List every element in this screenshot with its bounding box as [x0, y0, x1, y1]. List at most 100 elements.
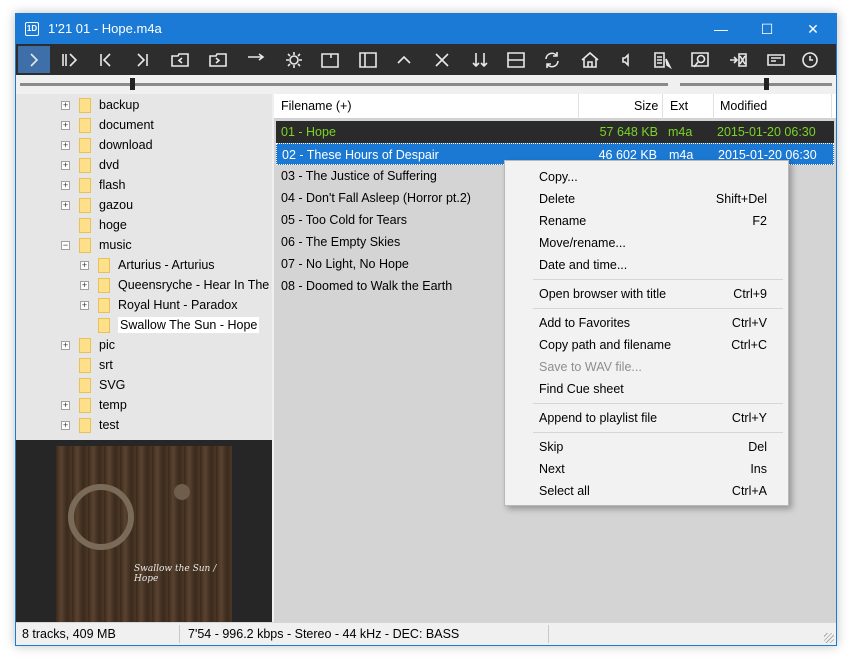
- up-icon[interactable]: [388, 46, 420, 73]
- search-icon[interactable]: [684, 46, 716, 73]
- tree-item[interactable]: − music: [61, 235, 132, 255]
- menu-item[interactable]: Rename F2: [506, 210, 787, 232]
- play-pause-icon[interactable]: [54, 46, 86, 73]
- exit-icon[interactable]: [722, 46, 754, 73]
- expand-icon[interactable]: +: [61, 120, 70, 130]
- tree-item[interactable]: + Queensryche - Hear In The: [80, 275, 269, 295]
- expand-icon[interactable]: +: [61, 420, 70, 430]
- cell-name: 07 - No Light, No Hope: [281, 257, 409, 271]
- expand-icon[interactable]: +: [80, 300, 89, 310]
- menu-item[interactable]: Skip Del: [506, 436, 787, 458]
- expand-icon[interactable]: +: [80, 260, 89, 270]
- tree-item[interactable]: + backup: [61, 95, 139, 115]
- expand-icon: [61, 361, 70, 370]
- menu-item[interactable]: Open browser with title Ctrl+9: [506, 283, 787, 305]
- maximize-button[interactable]: ☐: [744, 14, 790, 44]
- expand-icon[interactable]: +: [61, 340, 70, 350]
- open-folder-back-icon[interactable]: [164, 46, 196, 73]
- tree-item[interactable]: hoge: [61, 215, 127, 235]
- slider-bar: [16, 75, 836, 93]
- tree-item[interactable]: + Arturius - Arturius: [80, 255, 215, 275]
- menu-item[interactable]: Date and time...: [506, 254, 787, 276]
- menu-item[interactable]: Find Cue sheet: [506, 378, 787, 400]
- menu-item[interactable]: Copy...: [506, 166, 787, 188]
- expand-icon: [80, 321, 89, 330]
- tree-item[interactable]: + dvd: [61, 155, 119, 175]
- keyboard-icon[interactable]: [760, 46, 792, 73]
- close-icon[interactable]: [426, 46, 458, 73]
- open-folder-forward-icon[interactable]: [202, 46, 234, 73]
- home-icon[interactable]: [574, 46, 606, 73]
- expand-icon[interactable]: +: [61, 400, 70, 410]
- tree-item[interactable]: + download: [61, 135, 153, 155]
- volume-slider[interactable]: [680, 83, 832, 86]
- close-button[interactable]: ✕: [790, 14, 836, 44]
- column-ext[interactable]: Ext: [670, 99, 688, 113]
- tree-item[interactable]: + document: [61, 115, 154, 135]
- play-icon[interactable]: [18, 46, 50, 73]
- status-track-count: 8 tracks, 409 MB: [22, 627, 116, 641]
- tree-item-label: test: [99, 418, 120, 432]
- window-layout-icon[interactable]: [314, 46, 346, 73]
- expand-icon[interactable]: +: [61, 140, 70, 150]
- volume-icon[interactable]: [610, 46, 642, 73]
- menu-item-label: Move/rename...: [539, 236, 626, 250]
- column-divider[interactable]: [831, 94, 832, 119]
- column-filename[interactable]: Filename (+): [281, 99, 352, 113]
- column-divider[interactable]: [578, 94, 579, 119]
- tree-item-label: Swallow The Sun - Hope: [118, 317, 260, 333]
- column-modified[interactable]: Modified: [720, 99, 767, 113]
- tree-item[interactable]: + test: [61, 415, 119, 435]
- column-size[interactable]: Size: [634, 99, 658, 113]
- menu-item[interactable]: Delete Shift+Del: [506, 188, 787, 210]
- previous-track-icon[interactable]: [90, 46, 122, 73]
- seek-slider[interactable]: [20, 83, 668, 86]
- resize-grip-icon[interactable]: [824, 633, 834, 643]
- refresh-icon[interactable]: [536, 46, 568, 73]
- expand-icon[interactable]: +: [61, 100, 70, 110]
- tree-item[interactable]: + Royal Hunt - Paradox: [80, 295, 238, 315]
- tree-item[interactable]: + temp: [61, 395, 127, 415]
- tree-item[interactable]: + pic: [61, 335, 115, 355]
- menu-item-shortcut: Ctrl+A: [731, 484, 767, 498]
- menu-item[interactable]: Append to playlist file Ctrl+Y: [506, 407, 787, 429]
- folder-icon: [79, 397, 91, 413]
- menu-item[interactable]: Add to Favorites Ctrl+V: [506, 312, 787, 334]
- tree-item[interactable]: + flash: [61, 175, 125, 195]
- menu-item[interactable]: Select all Ctrl+A: [506, 480, 787, 502]
- expand-icon[interactable]: +: [61, 160, 70, 170]
- clock-icon[interactable]: [794, 46, 826, 73]
- tree-item-label: flash: [99, 178, 126, 192]
- status-divider: [179, 625, 180, 643]
- title-bar[interactable]: 1D 1'21 01 - Hope.m4a — ☐ ✕: [16, 14, 836, 44]
- column-divider[interactable]: [713, 94, 714, 119]
- playlist-icon[interactable]: [646, 46, 678, 73]
- sort-icon[interactable]: [464, 46, 496, 73]
- sidebar-icon[interactable]: [352, 46, 384, 73]
- tree-item[interactable]: + gazou: [61, 195, 133, 215]
- context-menu: Copy... Delete Shift+Del Rename F2 Move/renam…: [504, 160, 789, 506]
- album-cover-panel: Swallow the Sun / Hope: [16, 440, 272, 622]
- expand-icon[interactable]: +: [61, 180, 70, 190]
- minimize-button[interactable]: —: [698, 14, 744, 44]
- volume-slider-thumb[interactable]: [763, 78, 769, 90]
- tree-item[interactable]: srt: [61, 355, 113, 375]
- menu-item[interactable]: Copy path and filename Ctrl+C: [506, 334, 787, 356]
- split-view-icon[interactable]: [500, 46, 532, 73]
- tree-item-label: SVG: [99, 378, 126, 392]
- menu-item[interactable]: Next Ins: [506, 458, 787, 480]
- next-track-icon[interactable]: [126, 46, 158, 73]
- settings-icon[interactable]: [278, 46, 310, 73]
- tree-item[interactable]: Swallow The Sun - Hope: [80, 315, 260, 335]
- collapse-icon[interactable]: −: [61, 240, 70, 250]
- menu-item[interactable]: Move/rename...: [506, 232, 787, 254]
- window-title: 1'21 01 - Hope.m4a: [48, 21, 162, 36]
- expand-icon[interactable]: +: [61, 200, 70, 210]
- table-row-playing[interactable]: 01 - Hope 57 648 KB m4a 2015-01-20 06:30: [276, 121, 834, 143]
- column-divider[interactable]: [662, 94, 663, 119]
- menu-item-label: Append to playlist file: [539, 411, 658, 425]
- tree-item[interactable]: SVG: [61, 375, 125, 395]
- arrow-right-icon[interactable]: [240, 46, 272, 73]
- expand-icon[interactable]: +: [80, 280, 89, 290]
- seek-slider-thumb[interactable]: [130, 78, 136, 90]
